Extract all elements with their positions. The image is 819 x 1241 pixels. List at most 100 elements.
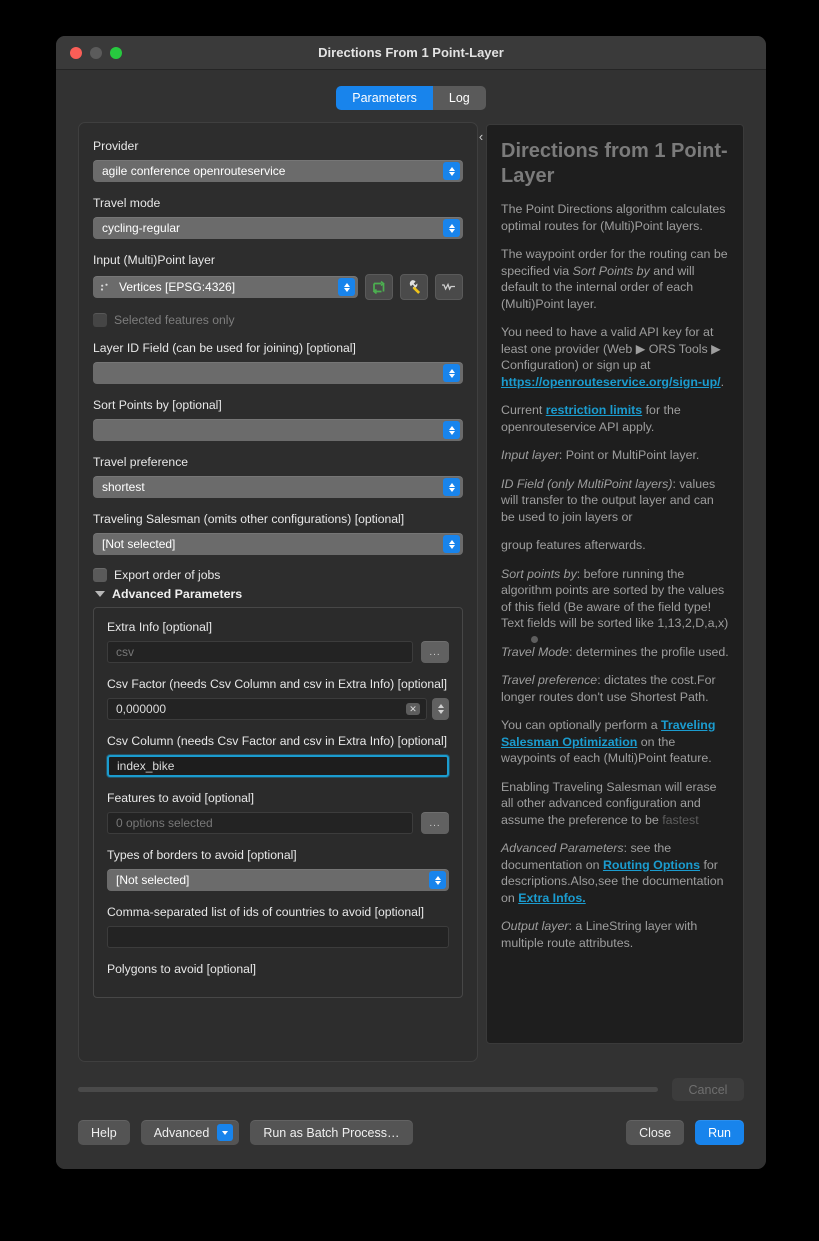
help-paragraph: Output layer: a LineString layer with mu… <box>501 918 729 951</box>
types-of-borders-label: Types of borders to avoid [optional] <box>107 848 297 862</box>
travel-mode-label: Travel mode <box>93 196 161 210</box>
help-paragraph: ID Field (only MultiPoint layers): value… <box>501 476 729 526</box>
minimize-icon[interactable] <box>90 46 102 59</box>
run-as-batch-button[interactable]: Run as Batch Process… <box>250 1120 413 1145</box>
sort-points-by-combobox[interactable] <box>93 419 463 441</box>
countries-to-avoid-input[interactable] <box>107 926 449 948</box>
layer-id-field-label: Layer ID Field (can be used for joining)… <box>93 341 356 355</box>
dialog-body: Parameters Log Provider agile conference… <box>56 70 766 1169</box>
provider-combobox[interactable]: agile conference openrouteservice <box>93 160 463 182</box>
input-layer-combobox[interactable]: Vertices [EPSG:4326] <box>93 276 358 298</box>
parameters-panel: Provider agile conference openrouteservi… <box>78 122 478 1062</box>
help-paragraph: Travel preference: dictates the cost.For… <box>501 672 729 705</box>
progress-row: Cancel <box>78 1078 744 1101</box>
help-button[interactable]: Help <box>78 1120 130 1145</box>
extra-infos-link[interactable]: Extra Infos. <box>518 891 585 905</box>
footer-bar: Help Advanced Run as Batch Process… Clos… <box>78 1120 744 1145</box>
help-text: You need to have a valid API key for at … <box>501 325 721 372</box>
csv-column-input[interactable]: index_bike <box>107 755 449 777</box>
help-paragraph: Current restriction limits for the openr… <box>501 402 729 435</box>
help-paragraph: Input layer: Point or MultiPoint layer. <box>501 447 729 464</box>
help-title: Directions from 1 Point-Layer <box>501 140 728 187</box>
help-paragraph: Enabling Traveling Salesman will erase a… <box>501 779 729 829</box>
tab-bar: Parameters Log <box>56 86 766 110</box>
help-emphasis: Input layer <box>501 448 559 462</box>
travel-mode-value: cycling-regular <box>102 221 181 235</box>
provider-label: Provider <box>93 139 139 153</box>
advanced-parameters-header[interactable]: Advanced Parameters <box>95 587 463 601</box>
advanced-parameters-group: Extra Info [optional] csv ... Csv Factor… <box>93 607 463 998</box>
extra-info-browse-button[interactable]: ... <box>421 641 449 663</box>
travel-preference-combobox[interactable]: shortest <box>93 476 463 498</box>
polygons-to-avoid-label: Polygons to avoid [optional] <box>107 962 257 976</box>
input-layer-label: Input (Multi)Point layer <box>93 253 215 267</box>
travel-mode-combobox[interactable]: cycling-regular <box>93 217 463 239</box>
traveling-salesman-combobox[interactable]: [Not selected] <box>93 533 463 555</box>
advanced-options-button[interactable] <box>400 274 428 300</box>
chevron-updown-icon <box>443 478 460 496</box>
input-layer-row: Vertices [EPSG:4326] <box>93 274 463 300</box>
chevron-updown-icon <box>443 421 460 439</box>
window-title: Directions From 1 Point-Layer <box>318 45 504 60</box>
data-defined-override-button[interactable] <box>435 274 463 300</box>
zoom-icon[interactable] <box>110 46 122 59</box>
help-panel: Directions from 1 Point-Layer The Point … <box>486 124 744 1044</box>
chevron-updown-icon <box>429 871 446 889</box>
help-emphasis: ID Field (only MultiPoint layers) <box>501 476 673 491</box>
close-button[interactable]: Close <box>626 1120 685 1145</box>
clear-icon[interactable]: ✕ <box>406 703 420 715</box>
advanced-button[interactable]: Advanced <box>140 1120 240 1145</box>
iterate-over-features-button[interactable] <box>365 274 393 300</box>
provider-value: agile conference openrouteservice <box>102 164 286 178</box>
help-emphasis: Sort points by <box>501 566 577 581</box>
progress-bar <box>78 1087 658 1092</box>
features-to-avoid-browse-button[interactable]: ... <box>421 812 449 834</box>
chevron-updown-icon <box>443 162 460 180</box>
signup-link[interactable]: https://openrouteservice.org/sign-up/ <box>501 375 721 389</box>
export-order-of-jobs-checkbox[interactable] <box>93 568 107 582</box>
restriction-limits-link[interactable]: restriction limits <box>546 403 642 417</box>
layer-id-field-combobox[interactable] <box>93 362 463 384</box>
chevron-updown-icon <box>338 278 355 296</box>
sort-points-by-label: Sort Points by [optional] <box>93 398 222 412</box>
help-faint-text: fastest <box>662 812 699 827</box>
title-bar: Directions From 1 Point-Layer <box>56 36 766 70</box>
help-emphasis: Travel Mode <box>501 644 569 659</box>
advanced-parameters-label: Advanced Parameters <box>112 587 243 601</box>
routing-options-link[interactable]: Routing Options <box>603 858 700 872</box>
help-text: You can optionally perform a <box>501 718 662 732</box>
types-of-borders-combobox[interactable]: [Not selected] <box>107 869 449 891</box>
extra-info-input[interactable]: csv <box>107 641 413 663</box>
extra-info-row: csv ... <box>107 641 449 663</box>
chevron-down-icon <box>217 1124 234 1141</box>
types-of-borders-value: [Not selected] <box>116 873 190 887</box>
chevron-updown-icon <box>443 364 460 382</box>
features-to-avoid-row: 0 options selected ... <box>107 812 449 834</box>
advanced-button-label: Advanced <box>153 1125 210 1140</box>
features-to-avoid-input[interactable]: 0 options selected <box>107 812 413 834</box>
help-text: Current <box>501 403 546 417</box>
csv-factor-input[interactable]: 0,000000 ✕ <box>107 698 427 720</box>
csv-factor-stepper[interactable] <box>432 698 449 720</box>
traffic-lights <box>70 46 122 59</box>
features-to-avoid-label: Features to avoid [optional] <box>107 791 255 805</box>
export-order-of-jobs-row[interactable]: Export order of jobs <box>93 568 463 582</box>
countries-to-avoid-label: Comma-separated list of ids of countries… <box>107 905 425 919</box>
cancel-button[interactable]: Cancel <box>672 1078 744 1101</box>
travel-preference-label: Travel preference <box>93 455 189 469</box>
help-paragraph: Sort points by: before running the algor… <box>501 566 729 632</box>
selected-features-only-checkbox[interactable] <box>93 313 107 327</box>
help-paragraph: The Point Directions algorithm calculate… <box>501 202 726 233</box>
tab-parameters[interactable]: Parameters <box>336 86 433 110</box>
panel-resize-handle[interactable] <box>531 636 538 643</box>
travel-preference-value: shortest <box>102 480 145 494</box>
tab-log[interactable]: Log <box>432 86 486 110</box>
help-emphasis: Sort Points by <box>572 263 650 278</box>
selected-features-only-row[interactable]: Selected features only <box>93 313 463 327</box>
iterate-icon <box>372 280 385 294</box>
help-paragraph: The waypoint order for the routing can b… <box>501 246 729 312</box>
run-button[interactable]: Run <box>695 1120 744 1145</box>
triangle-down-icon <box>95 591 105 597</box>
close-icon[interactable] <box>70 46 82 59</box>
chevron-updown-icon <box>443 535 460 553</box>
